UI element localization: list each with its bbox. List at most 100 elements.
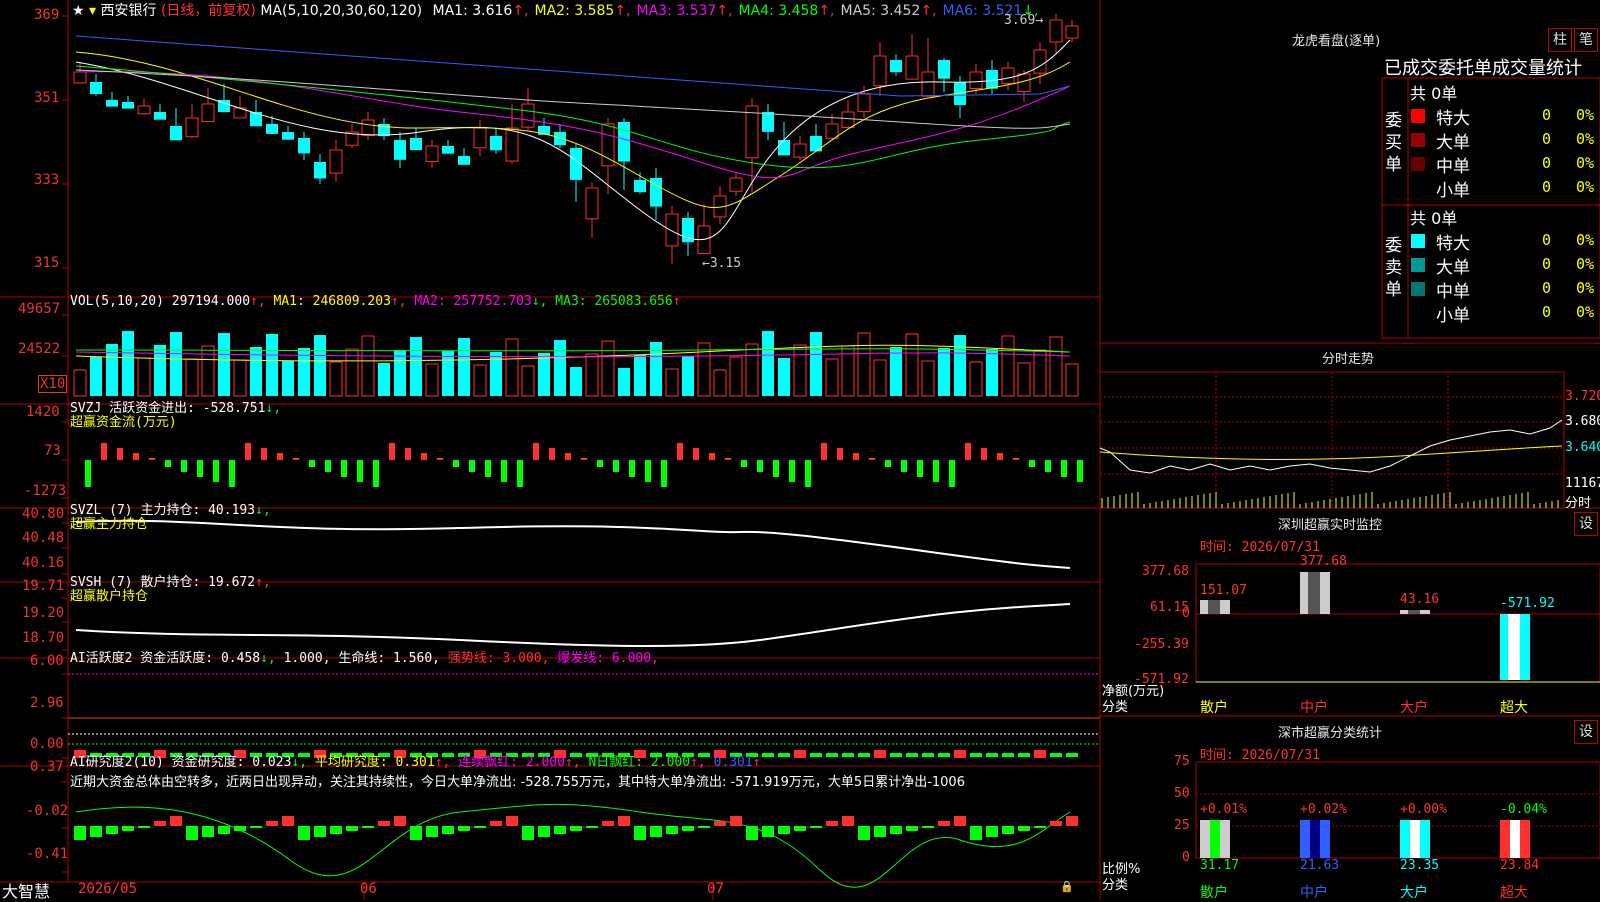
candle-body-18 xyxy=(361,119,375,136)
candle-body-22 xyxy=(425,145,439,162)
period-label: (日线，前复权) xyxy=(160,3,256,19)
svzj-bar-20 xyxy=(405,448,411,460)
dropdown-icon[interactable]: ▾ xyxy=(89,3,96,19)
ai-active-bar-58 xyxy=(1002,753,1014,757)
ai-research-bar-44 xyxy=(778,826,790,834)
ma-values: MA1: 3.616↑, MA2: 3.585↑, MA3: 3.537↑, MA4:… xyxy=(427,3,1039,19)
szm-bar-shade-3 xyxy=(1508,614,1520,680)
ai-research-bar-59 xyxy=(1018,826,1030,831)
vol-bar-44 xyxy=(778,358,790,396)
vol-bar-0 xyxy=(73,369,87,397)
ai-research-header: AI研究度2(10) 资金研究度: 0.023↓, 平均研究度: 0.301↑,… xyxy=(70,755,761,770)
buy-row-swatch-0 xyxy=(1411,109,1425,123)
ai-research-bar-20 xyxy=(394,816,406,826)
ai-research-comment: 近期大资金总体由空转多，近两日出现异动，关注其持续性，今日大单净流出: -528… xyxy=(70,775,965,790)
svzj-bar-49 xyxy=(869,458,875,460)
ai-research-bar-62 xyxy=(1066,816,1078,826)
svzj-bar-50 xyxy=(885,460,891,467)
sell-total: 共 0单 xyxy=(1410,209,1458,228)
svzj-bar-53 xyxy=(933,460,939,482)
vol-bar-16 xyxy=(329,361,343,397)
buy-orders-label: 委买单 xyxy=(1385,111,1402,175)
buy-total: 共 0单 xyxy=(1410,84,1458,103)
candle-body-35 xyxy=(634,180,646,193)
ai-research-bar-39 xyxy=(698,826,710,828)
dragon-subtitle: 已成交委托单成交量统计 xyxy=(1384,58,1582,79)
buy-row-pct-3: 0% xyxy=(1576,178,1595,196)
svzj-bar-13 xyxy=(293,458,299,460)
candle-body-2 xyxy=(106,100,118,107)
vol-bar-4 xyxy=(137,357,151,397)
svzj-bar-58 xyxy=(1013,458,1019,460)
buy-row-swatch-2 xyxy=(1411,157,1425,171)
svzj-bar-3 xyxy=(133,453,139,460)
vol-bar-29 xyxy=(538,353,550,396)
vol-bar-49 xyxy=(857,332,871,397)
tick-view-button[interactable]: 笔 xyxy=(1574,28,1598,52)
ai-research-tick-high: 0.37 xyxy=(30,759,64,775)
svzj-bar-37 xyxy=(677,443,683,460)
szm-category-1: 中户 xyxy=(1300,700,1328,716)
ai-active-tick-mid: 2.96 xyxy=(30,695,64,711)
ai-research-bar-54 xyxy=(938,821,950,826)
ai-research-bar-43 xyxy=(762,826,774,837)
svzj-bar-56 xyxy=(981,448,987,460)
svsh-tick-high: 19.71 xyxy=(22,578,65,594)
svzj-bar-34 xyxy=(629,460,635,477)
ai-research-bar-45 xyxy=(794,826,806,831)
svzj-bar-45 xyxy=(805,460,811,487)
price-tick-315: 315 xyxy=(34,255,60,271)
vol-bar-60 xyxy=(1033,349,1047,397)
svzl-subtitle: 超赢主力持仓 xyxy=(70,517,149,532)
vol-bar-26 xyxy=(490,352,502,396)
candle-body-58 xyxy=(1001,67,1015,84)
vol-bar-62 xyxy=(1065,363,1079,397)
svzj-tick-mid: 73 xyxy=(44,443,61,459)
ai-research-bar-25 xyxy=(474,826,486,828)
sell-orders-label: 委卖单 xyxy=(1385,236,1402,300)
brand-logo[interactable]: 大智慧 xyxy=(2,878,50,902)
lock-icon[interactable]: 🔒 xyxy=(1060,880,1074,893)
svzj-bar-23 xyxy=(453,460,459,467)
szs-value-0: 31.17 xyxy=(1200,858,1240,873)
szs-tick-0: 75 xyxy=(1174,754,1190,769)
buy-row-count-0: 0 xyxy=(1542,106,1552,124)
vol-bar-13 xyxy=(282,361,294,396)
ai-active-bar-57 xyxy=(986,753,998,757)
ai-research-bar-33 xyxy=(602,821,614,826)
szs-tick-3: 0 xyxy=(1182,850,1190,865)
vol-bar-34 xyxy=(618,368,630,396)
star-icon[interactable]: ★ xyxy=(72,3,85,19)
ai-research-bar-13 xyxy=(282,816,294,826)
candle-body-33 xyxy=(601,123,615,167)
ai-research-bar-5 xyxy=(154,821,166,826)
szs-change-2: +0.00% xyxy=(1400,802,1447,817)
candle-body-1 xyxy=(90,82,102,95)
svzj-bar-25 xyxy=(485,460,491,477)
vol-bar-61 xyxy=(1049,336,1063,397)
ai-research-bar-58 xyxy=(1002,826,1014,834)
column-view-button[interactable]: 柱 xyxy=(1548,28,1572,52)
vol-bar-1 xyxy=(90,357,102,396)
buy-row-count-2: 0 xyxy=(1542,154,1552,172)
svzj-bar-12 xyxy=(277,453,283,460)
candle-body-27 xyxy=(505,127,519,162)
ai-active-header: AI活跃度2 资金活跃度: 0.458↓, 1.000, 生命线: 1.560,… xyxy=(70,651,659,666)
ai-active-bar-44 xyxy=(778,753,790,757)
sell-row-swatch-1 xyxy=(1411,258,1425,272)
candle-body-54 xyxy=(938,60,950,79)
sell-row-pct-3: 0% xyxy=(1576,303,1595,321)
svzj-bar-4 xyxy=(149,458,155,460)
sz-monitor-settings-button[interactable]: 设 xyxy=(1574,512,1598,536)
sz-stats-settings-button[interactable]: 设 xyxy=(1574,720,1598,744)
szs-value-2: 23.35 xyxy=(1400,858,1440,873)
svzj-bar-22 xyxy=(437,458,443,460)
ai-active-bar-49 xyxy=(858,753,870,757)
ai-research-bar-46 xyxy=(810,826,822,828)
szm-bar-value-1: 377.68 xyxy=(1300,554,1347,569)
vol-unit-badge[interactable]: X10 xyxy=(38,375,68,393)
szs-bar-shade-3 xyxy=(1510,820,1520,858)
szm-bar-shade-2 xyxy=(1408,610,1420,614)
vol-bar-8 xyxy=(201,345,215,397)
ai-research-bar-8 xyxy=(202,826,214,837)
